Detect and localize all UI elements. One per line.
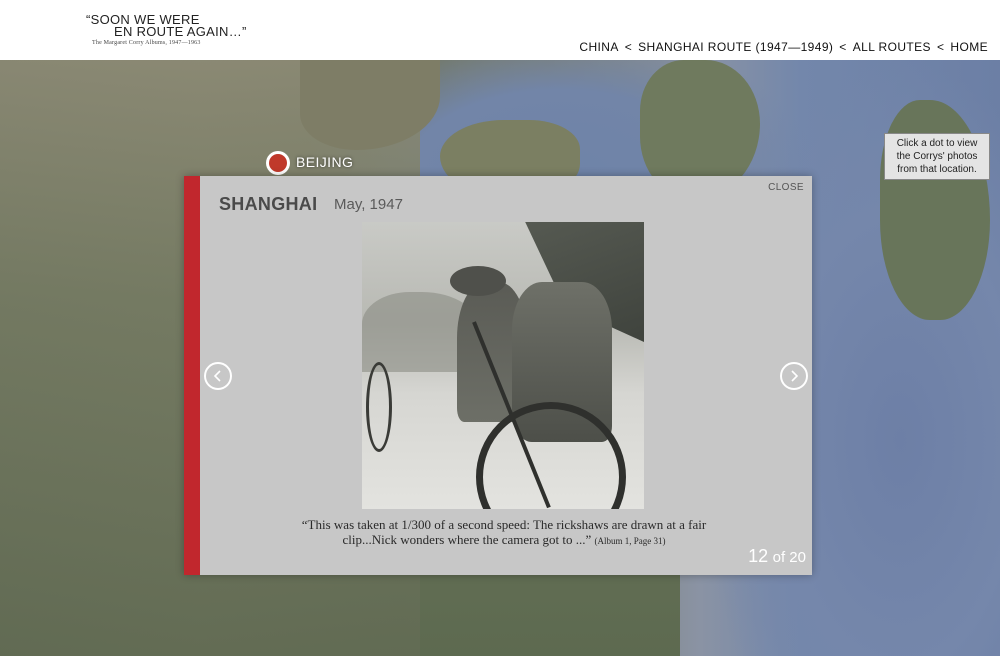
location-dot-icon — [269, 154, 287, 172]
photo-date: May, 1947 — [334, 196, 403, 213]
location-title: SHANGHAI — [219, 194, 318, 214]
breadcrumb-home[interactable]: HOME — [950, 40, 988, 54]
chevron-left-icon — [213, 370, 221, 382]
breadcrumb-china[interactable]: CHINA — [579, 40, 618, 54]
breadcrumb-separator: < — [936, 40, 945, 54]
photo-bicycle-wheel — [366, 362, 392, 452]
breadcrumb-all-routes[interactable]: ALL ROUTES — [853, 40, 931, 54]
photo-caption: “This was taken at 1/300 of a second spe… — [284, 517, 724, 549]
map-location-dot-beijing[interactable] — [266, 151, 290, 175]
map-location-label-beijing[interactable]: BEIJING — [296, 154, 353, 170]
map-hint-tooltip: Click a dot to view the Corrys' photos f… — [884, 133, 990, 180]
breadcrumb-separator: < — [839, 40, 847, 54]
chevron-right-icon — [791, 370, 799, 382]
photo-modal: CLOSE SHANGHAI May, 1947 “This was taken… — [184, 176, 812, 575]
photo-counter: 12 of 20 — [748, 546, 806, 567]
site-logo[interactable]: “SOON WE WERE EN ROUTE AGAIN…” The Marga… — [84, 10, 247, 52]
breadcrumb-separator: < — [624, 40, 633, 54]
photo-counter-current: 12 — [748, 546, 769, 566]
photo-counter-total: of 20 — [772, 549, 806, 566]
previous-photo-button[interactable] — [204, 362, 232, 390]
breadcrumb-shanghai-route[interactable]: SHANGHAI ROUTE (1947—1949) — [638, 40, 833, 54]
breadcrumb: CHINA < SHANGHAI ROUTE (1947—1949) < ALL… — [579, 40, 988, 54]
next-photo-button[interactable] — [780, 362, 808, 390]
close-button[interactable]: CLOSE — [768, 182, 804, 193]
site-header: “SOON WE WERE EN ROUTE AGAIN…” The Marga… — [0, 0, 1000, 60]
album-photo — [362, 222, 644, 509]
photo-hat — [450, 266, 506, 296]
logo-line-2: EN ROUTE AGAIN…” — [114, 24, 247, 39]
modal-accent-bar — [184, 176, 200, 575]
caption-citation: (Album 1, Page 31) — [594, 536, 666, 546]
logo-subtitle: The Margaret Corry Albums, 1947—1963 — [92, 40, 201, 46]
